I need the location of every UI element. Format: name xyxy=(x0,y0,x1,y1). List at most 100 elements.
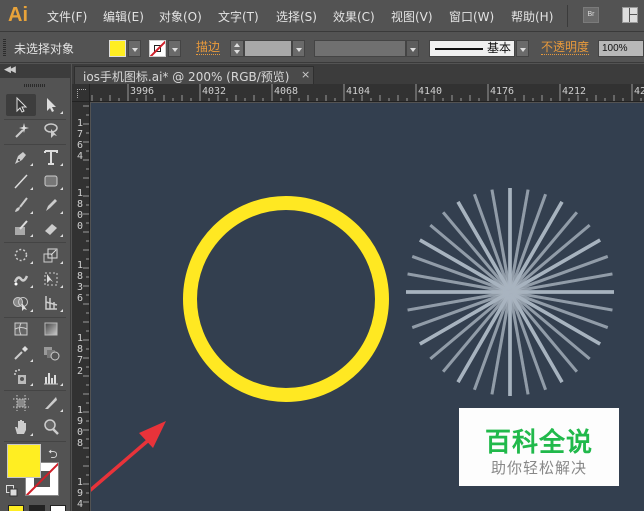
ruler-label: 4212 xyxy=(562,86,587,97)
pencil-tool[interactable] xyxy=(36,194,66,216)
direct-selection-tool[interactable] xyxy=(36,94,66,116)
yellow-ring-shape[interactable] xyxy=(183,196,389,402)
fill-dropdown-button[interactable] xyxy=(128,40,141,57)
pencil-icon xyxy=(46,199,57,211)
selection-tool[interactable] xyxy=(6,94,36,116)
hand-tool[interactable] xyxy=(6,416,36,438)
ruler-label: 1764 xyxy=(77,118,84,162)
close-tab-icon[interactable]: × xyxy=(301,68,310,81)
tools-grip-handle[interactable] xyxy=(24,84,46,87)
artboard-tool[interactable] xyxy=(6,392,36,414)
mesh-icon xyxy=(14,322,28,336)
rotate-icon xyxy=(14,248,28,262)
eraser-tool[interactable] xyxy=(36,217,66,239)
paintbrush-icon xyxy=(15,197,28,212)
starburst-shape[interactable] xyxy=(406,188,614,396)
gradient-tool[interactable] xyxy=(36,318,66,340)
ruler-label: 1836 xyxy=(77,260,84,304)
blob-brush-icon xyxy=(15,220,28,235)
menu-file[interactable]: 文件(F) xyxy=(47,8,87,25)
blob-brush-tool[interactable] xyxy=(6,217,36,239)
symbol-sprayer-icon xyxy=(14,369,26,384)
variable-width-profile-select[interactable] xyxy=(314,40,406,57)
free-transform-tool[interactable] xyxy=(36,268,66,290)
opacity-label[interactable]: 不透明度 xyxy=(541,40,590,55)
stroke-label[interactable]: 描边 xyxy=(196,40,221,55)
pen-tool[interactable] xyxy=(6,146,36,168)
ruler-label: 4104 xyxy=(346,86,371,97)
slice-tool[interactable] xyxy=(36,392,66,414)
blend-tool[interactable] xyxy=(36,342,66,364)
magic-wand-tool[interactable] xyxy=(6,119,36,141)
none-mode-button[interactable] xyxy=(50,505,66,511)
scale-tool[interactable] xyxy=(36,244,66,266)
zoom-tool[interactable] xyxy=(36,416,66,438)
workspace-layout-icon[interactable] xyxy=(622,7,638,23)
stroke-weight-input[interactable] xyxy=(244,40,292,57)
tools-divider xyxy=(4,390,66,391)
stroke-weight-spinner[interactable] xyxy=(230,40,244,57)
menu-effect[interactable]: 效果(C) xyxy=(333,8,375,25)
menu-bar: Ai 文件(F) 编辑(E) 对象(O) 文字(T) 选择(S) 效果(C) 视… xyxy=(0,0,644,32)
brush-dropdown[interactable] xyxy=(516,40,529,57)
mesh-tool[interactable] xyxy=(6,318,36,340)
menu-object[interactable]: 对象(O) xyxy=(159,8,202,25)
vertical-ruler-ticks xyxy=(83,105,89,503)
rounded-rectangle-icon xyxy=(44,175,58,187)
gradient-mode-button[interactable] xyxy=(29,505,45,511)
document-tab[interactable]: ios手机图标.ai* @ 200% (RGB/预览) × xyxy=(74,66,314,84)
perspective-grid-icon xyxy=(45,296,58,310)
stroke-weight-dropdown[interactable] xyxy=(292,40,305,57)
scale-icon xyxy=(43,248,58,263)
stroke-dropdown-button[interactable] xyxy=(168,40,181,57)
vertical-ruler[interactable]: 1764 1800 1836 1872 1908 194 xyxy=(72,102,90,511)
menu-type[interactable]: 文字(T) xyxy=(218,8,259,25)
fill-color-box[interactable] xyxy=(7,444,41,478)
stroke-color-swatch[interactable] xyxy=(149,40,166,57)
menu-view[interactable]: 视图(V) xyxy=(391,8,433,25)
fill-color-swatch[interactable] xyxy=(109,40,126,57)
free-transform-icon xyxy=(44,272,58,286)
menu-divider xyxy=(567,5,568,27)
menu-edit[interactable]: 编辑(E) xyxy=(103,8,144,25)
grip-handle[interactable] xyxy=(3,39,6,57)
artboard-canvas[interactable]: 百科全说 助你轻松解决 xyxy=(91,103,644,511)
opacity-input[interactable]: 100% xyxy=(598,40,644,57)
rotate-tool[interactable] xyxy=(6,244,36,266)
ruler-origin[interactable] xyxy=(72,84,90,102)
collapse-icon[interactable]: ◀◀ xyxy=(4,65,16,75)
shape-builder-tool[interactable] xyxy=(6,292,36,314)
menu-select[interactable]: 选择(S) xyxy=(276,8,317,25)
menu-help[interactable]: 帮助(H) xyxy=(511,8,553,25)
brush-definition-select[interactable]: 基本 xyxy=(429,40,515,57)
direct-select-arrow-icon xyxy=(47,98,56,112)
red-arrow-annotation xyxy=(91,421,166,492)
document-tab-bar: ios手机图标.ai* @ 200% (RGB/预览) × xyxy=(72,64,644,84)
arrow-pointer-icon xyxy=(16,96,28,113)
column-graph-tool[interactable] xyxy=(36,366,66,388)
control-bar: 未选择对象 描边 基本 不透明度 100% xyxy=(0,33,644,63)
lasso-tool[interactable] xyxy=(36,119,66,141)
ruler-label: 3996 xyxy=(130,86,155,97)
perspective-grid-tool[interactable] xyxy=(36,292,66,314)
ruler-label: 1908 xyxy=(77,405,84,449)
default-fill-stroke-icon[interactable] xyxy=(6,485,18,497)
tools-divider xyxy=(4,441,66,442)
paintbrush-tool[interactable] xyxy=(6,194,36,216)
color-mode-button[interactable] xyxy=(8,505,24,511)
shape-builder-icon xyxy=(13,297,28,311)
type-tool[interactable] xyxy=(36,146,66,168)
menu-window[interactable]: 窗口(W) xyxy=(449,8,494,25)
symbol-sprayer-tool[interactable] xyxy=(6,366,36,388)
rectangle-tool[interactable] xyxy=(36,170,66,192)
ruler-label: 1800 xyxy=(77,188,84,232)
ruler-label: 4140 xyxy=(418,86,443,97)
eyedropper-tool[interactable] xyxy=(6,342,36,364)
line-segment-tool[interactable] xyxy=(6,170,36,192)
variable-width-dropdown[interactable] xyxy=(406,40,419,57)
bridge-button[interactable]: Br xyxy=(583,7,599,23)
watermark-title: 百科全说 xyxy=(484,428,593,458)
hand-icon xyxy=(15,420,26,434)
horizontal-ruler[interactable]: 3996 4032 4068 4104 4140 4176 4212 42 xyxy=(90,84,644,102)
puppet-warp-tool[interactable] xyxy=(6,268,36,290)
